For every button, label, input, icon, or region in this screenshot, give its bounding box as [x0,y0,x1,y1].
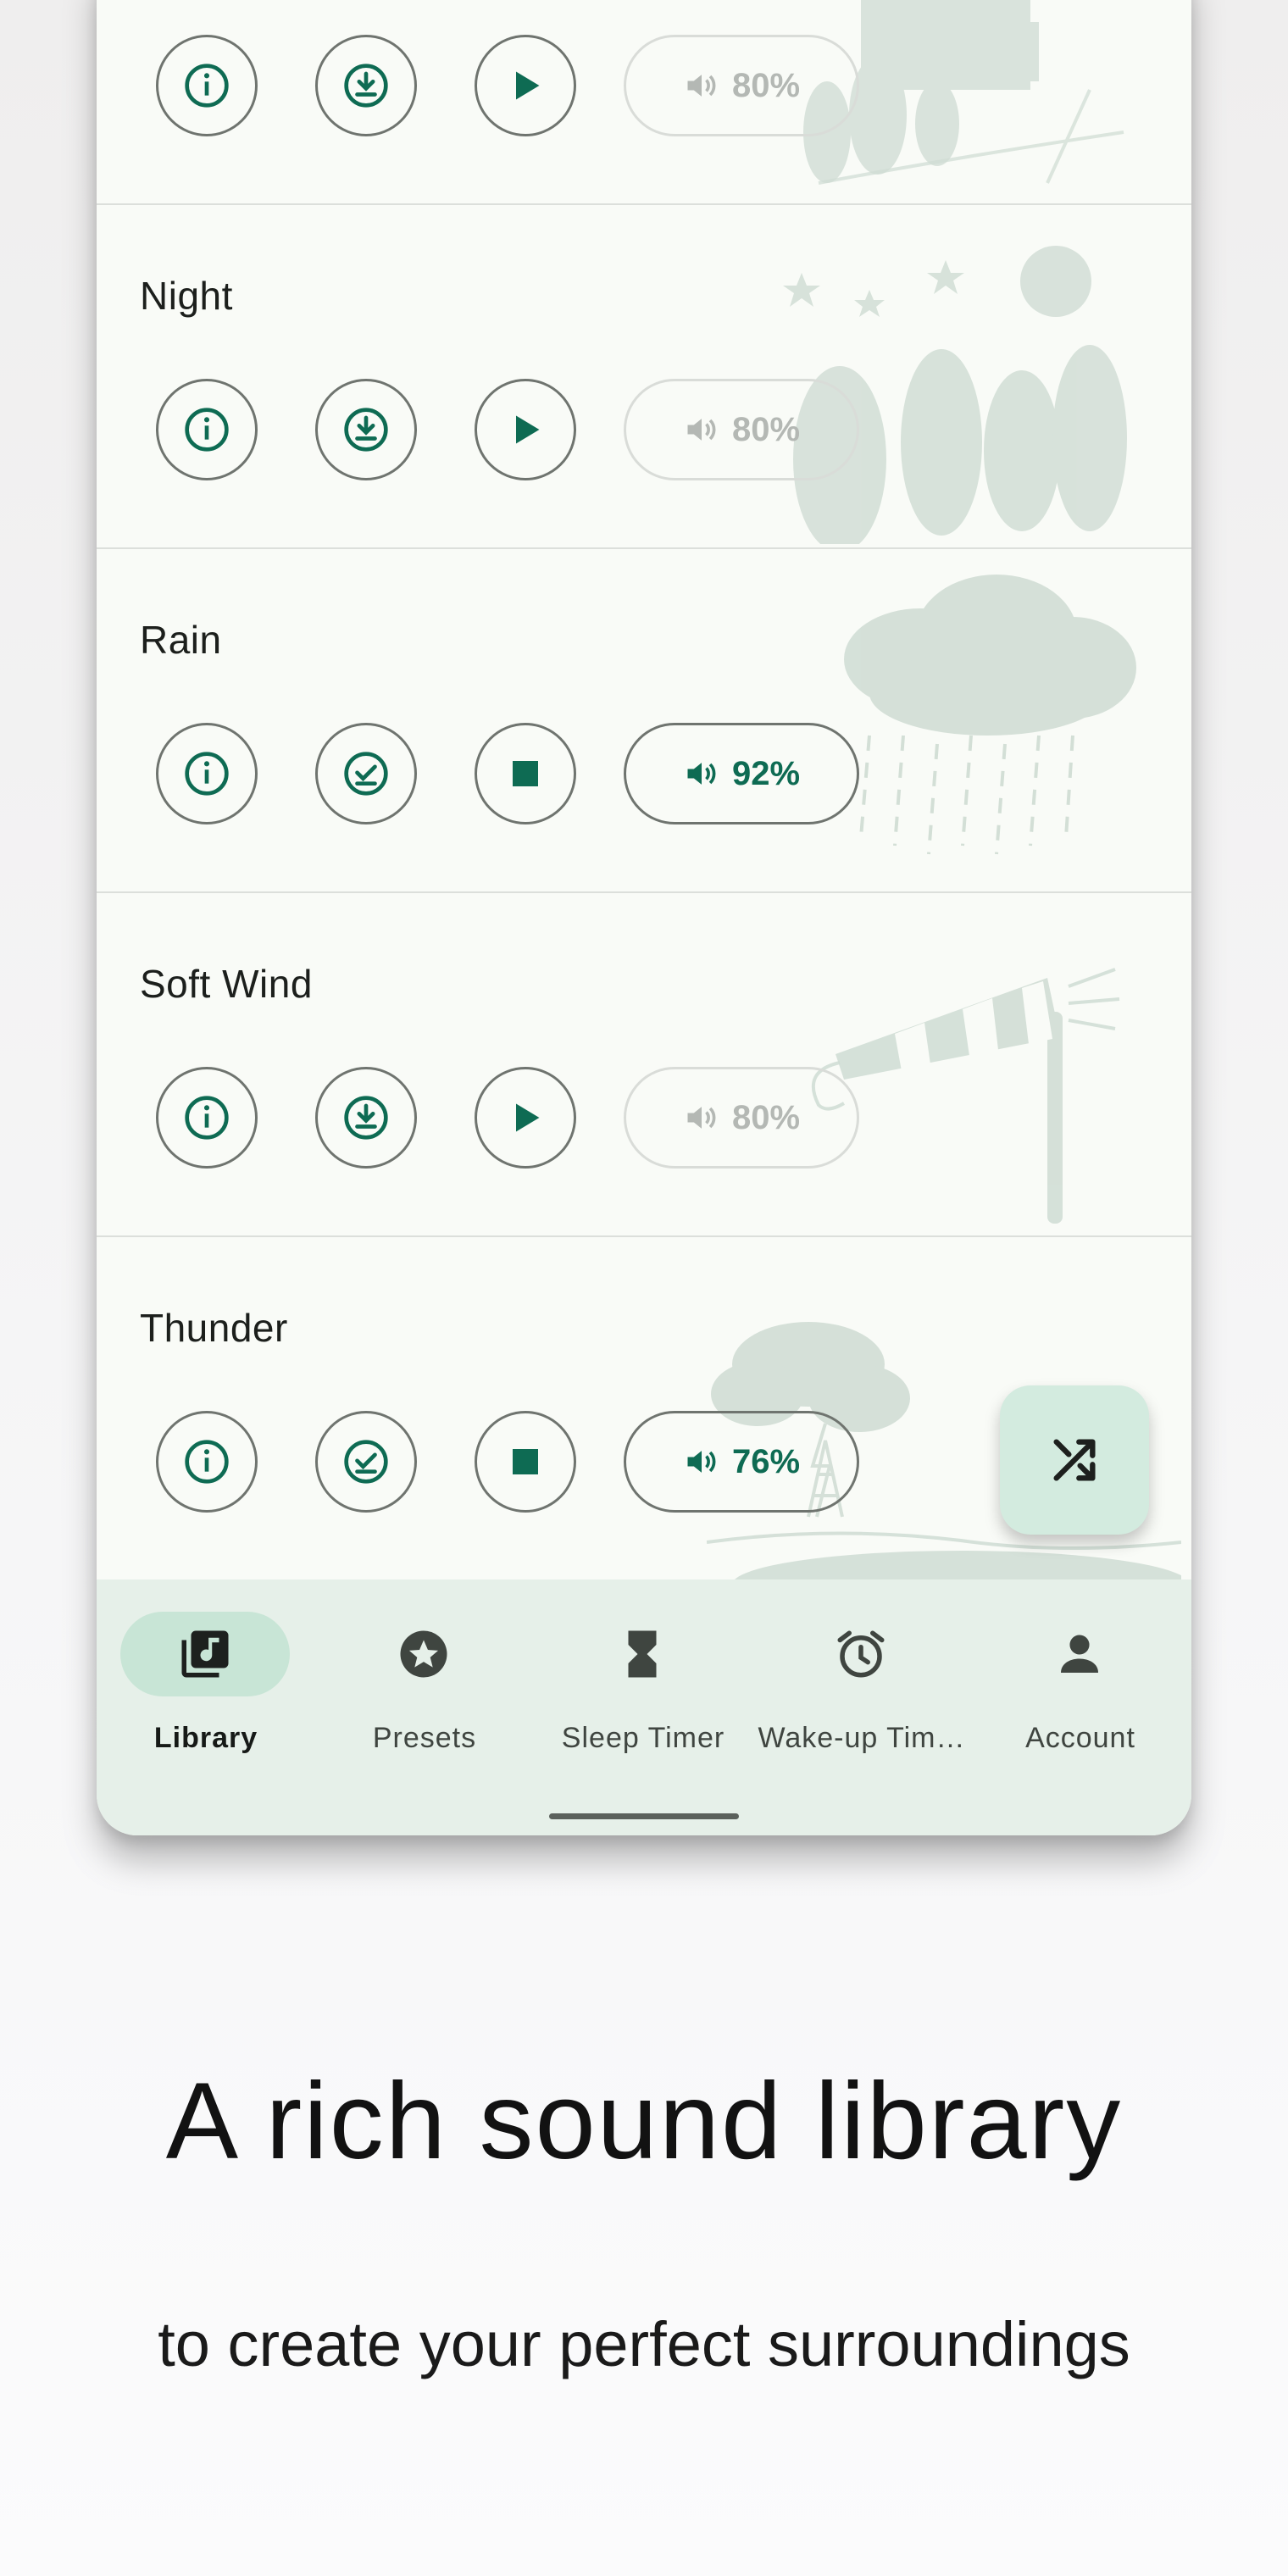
volume-value: 80% [731,66,801,104]
info-button[interactable] [156,723,258,824]
nav-active-indicator [120,1612,290,1696]
play-button[interactable] [475,379,576,480]
volume-button[interactable]: 76% [624,1411,859,1513]
volume-button[interactable]: 80% [624,35,859,136]
stop-icon [513,1449,538,1474]
sound-title: Thunder [140,1306,288,1350]
download-icon [344,64,388,108]
volume-icon [687,763,716,785]
download-button[interactable] [315,1067,417,1169]
nav-label-sleep-timer: Sleep Timer [561,1722,725,1754]
play-icon [516,1103,540,1132]
download-done-icon [344,1440,388,1484]
info-icon [185,408,229,452]
play-button[interactable] [475,35,576,136]
nav-icon-wrap [995,1612,1164,1696]
shuffle-icon [1053,1439,1096,1481]
info-button[interactable] [156,1067,258,1169]
nav-item-sleep-timer[interactable]: Sleep Timer [534,1579,752,1783]
download-icon [344,1096,388,1140]
stop-icon [513,761,538,786]
volume-value: 76% [731,1442,801,1480]
promo-subline: to create your perfect surroundings [158,2309,1130,2379]
volume-button[interactable]: 80% [624,1067,859,1169]
info-icon [185,1096,229,1140]
volume-button[interactable]: 80% [624,379,859,480]
info-icon [185,64,229,108]
shuffle-fab[interactable] [1000,1385,1149,1535]
volume-icon [687,419,716,441]
info-icon [185,752,229,796]
play-icon [516,415,540,444]
volume-icon [687,75,716,97]
nav-icon-wrap [339,1612,508,1696]
nav-item-wake-up-timer[interactable]: Wake-up Tim… [752,1579,971,1783]
volume-icon [687,1451,716,1473]
info-button[interactable] [156,1411,258,1513]
nav-label-library: Library [153,1722,258,1754]
downloaded-button[interactable] [315,723,417,824]
volume-value: 80% [731,410,801,448]
download-button[interactable] [315,379,417,480]
volume-button[interactable]: 92% [624,723,859,824]
stop-button[interactable] [475,1411,576,1513]
volume-icon [687,1107,716,1129]
sound-card-rain: Rain 92% [97,549,1191,894]
sound-title: Soft Wind [140,962,313,1006]
download-button[interactable] [315,35,417,136]
volume-value: 92% [731,754,801,792]
stop-button[interactable] [475,723,576,824]
sound-card-night: Night 80% [97,205,1191,550]
download-icon [344,408,388,452]
nav-item-library[interactable]: Library [97,1579,315,1783]
hourglass-icon [628,1630,657,1678]
info-button[interactable] [156,379,258,480]
play-icon [516,71,540,100]
play-button[interactable] [475,1067,576,1169]
night-trees-art [783,246,1127,544]
downloaded-button[interactable] [315,1411,417,1513]
volume-value: 80% [731,1098,801,1136]
library-music-icon [181,1630,229,1678]
nav-label-account: Account [1025,1722,1135,1754]
home-indicator[interactable] [549,1813,739,1819]
sound-title: Night [140,274,233,318]
info-button[interactable] [156,35,258,136]
nav-icon-wrap [776,1612,946,1696]
info-icon [185,1440,229,1484]
rain-cloud-art [844,575,1136,855]
sound-card-village: 80% [97,0,1191,206]
download-done-icon [344,752,388,796]
nav-item-presets[interactable]: Presets [315,1579,534,1783]
sound-title: Rain [140,618,222,662]
nav-icon-wrap [558,1612,727,1696]
bottom-navigation: Library Presets Sleep Timer Wake-up Tim…… [97,1579,1191,1835]
person-icon [1061,1635,1098,1673]
star-circle-icon [400,1630,447,1678]
nav-item-account[interactable]: Account [971,1579,1190,1783]
sound-card-soft-wind: Soft Wind 80% [97,893,1191,1238]
promo-headline: A rich sound library [165,2061,1123,2182]
nav-label-presets: Presets [372,1722,477,1754]
nav-label-wake-up-timer: Wake-up Tim… [758,1722,966,1754]
alarm-clock-icon [837,1630,885,1678]
phone-screen: 80% Night 80% Rain 92% Soft Wind 80% Thu… [97,0,1191,1835]
